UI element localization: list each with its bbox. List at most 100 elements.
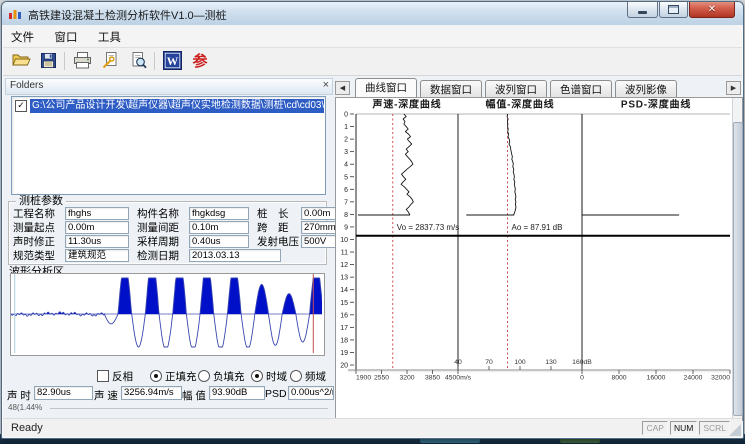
svg-text:100: 100 <box>514 359 526 366</box>
page-wrench-icon <box>101 51 120 73</box>
time-domain-radio[interactable]: 时域 <box>251 370 287 382</box>
parameters-button[interactable]: 参 <box>188 50 212 73</box>
param-value[interactable]: 2013.03.13 <box>189 249 281 262</box>
param-label: 检测日期 <box>137 248 189 263</box>
param-value[interactable]: 0.40us <box>189 235 249 248</box>
print-setup-button[interactable] <box>98 50 122 73</box>
save-floppy-icon <box>39 51 58 73</box>
svg-text:10: 10 <box>340 237 348 244</box>
param-label: 跨 距 <box>257 220 301 235</box>
tab-scroll-left-button[interactable]: ◀ <box>335 81 350 95</box>
folders-pane-header[interactable]: Folders × <box>5 78 333 95</box>
list-item[interactable]: ✓ G:\公司产品设计开发\超声仪器\超声仪实地检测数据\测桩\cd\cd03\… <box>13 98 324 113</box>
svg-text:8000: 8000 <box>611 375 626 382</box>
svg-text:24000: 24000 <box>684 375 703 382</box>
svg-text:13: 13 <box>340 275 348 282</box>
amplitude-label: 幅 值 <box>182 388 206 403</box>
open-file-button[interactable] <box>9 50 33 73</box>
svg-text:12: 12 <box>340 262 348 269</box>
footnote-text: 48(1.44% <box>8 403 42 412</box>
maximize-button[interactable] <box>659 2 688 18</box>
sound-time-label: 声 时 <box>7 388 31 403</box>
item-checkbox-checked[interactable]: ✓ <box>15 100 27 112</box>
fill-positive-radio[interactable]: 正填充 <box>150 370 197 382</box>
radio-icon-selected[interactable] <box>150 370 162 382</box>
caps-lock-indicator: CAP <box>642 421 667 435</box>
checkbox-icon[interactable] <box>97 370 109 382</box>
print-preview-button[interactable] <box>126 50 150 73</box>
svg-text:1900: 1900 <box>356 375 371 382</box>
menu-tools[interactable]: 工具 <box>90 25 129 45</box>
close-button[interactable]: ✕ <box>689 2 735 18</box>
export-word-button[interactable]: W <box>160 50 184 73</box>
param-label: 工程名称 <box>13 206 65 221</box>
param-value[interactable]: 建筑规范 <box>65 249 129 262</box>
svg-text:14: 14 <box>340 287 348 294</box>
tab-spectrum-window[interactable]: 色谱窗口 <box>550 80 612 97</box>
application-window: 高铁建设混凝土检测分析软件V1.0—测桩 ✕ 文件 窗口 工具 <box>1 1 744 439</box>
svg-text:17: 17 <box>340 325 348 332</box>
menu-bar: 文件 窗口 工具 <box>3 25 742 48</box>
resize-grip[interactable] <box>729 424 741 436</box>
invert-checkbox[interactable]: 反相 <box>97 370 133 382</box>
tab-scroll-right-button[interactable]: ▶ <box>726 81 741 95</box>
svg-text:130: 130 <box>545 359 557 366</box>
tab-curve-window[interactable]: 曲线窗口 <box>355 78 417 97</box>
menu-file[interactable]: 文件 <box>3 25 42 45</box>
radio-icon[interactable] <box>290 370 302 382</box>
left-arrow-icon: ◀ <box>340 85 345 92</box>
print-button[interactable] <box>70 50 94 73</box>
svg-text:160dB: 160dB <box>572 359 592 366</box>
svg-text:32000: 32000 <box>711 375 730 382</box>
tab-wavetrain-image[interactable]: 波列影像 <box>615 80 677 97</box>
psd-label: PSD <box>265 388 287 400</box>
toolbar-separator <box>154 52 155 70</box>
save-button[interactable] <box>36 50 60 73</box>
close-icon: ✕ <box>708 4 716 15</box>
param-value[interactable]: 0.00m <box>65 221 129 234</box>
scrollbar-thumb[interactable] <box>733 122 743 416</box>
svg-text:0: 0 <box>580 375 584 382</box>
param-label: 构件名称 <box>137 206 189 221</box>
svg-text:15: 15 <box>340 300 348 307</box>
svg-text:2550: 2550 <box>374 375 389 382</box>
svg-text:PSD-深度曲线: PSD-深度曲线 <box>621 99 691 111</box>
waveform-plot[interactable] <box>10 273 325 356</box>
svg-text:Vo = 2837.73 m/s: Vo = 2837.73 m/s <box>397 223 460 232</box>
param-value[interactable]: fhghs <box>65 207 129 220</box>
svg-text:16: 16 <box>340 312 348 319</box>
selected-file-path[interactable]: G:\公司产品设计开发\超声仪器\超声仪实地检测数据\测桩\cd\cd03\cd… <box>30 99 324 113</box>
depth-curves-chart[interactable]: 01234567891011121314151617181920声速-深度曲线1… <box>336 99 732 417</box>
num-lock-indicator: NUM <box>670 421 697 435</box>
vertical-scrollbar[interactable] <box>732 98 742 418</box>
svg-text:3200: 3200 <box>399 375 414 382</box>
title-bar[interactable]: 高铁建设混凝土检测分析软件V1.0—测桩 ✕ <box>2 2 743 25</box>
folders-list[interactable]: ✓ G:\公司产品设计开发\超声仪器\超声仪实地检测数据\测桩\cd\cd03\… <box>11 96 326 195</box>
svg-text:W: W <box>166 55 178 67</box>
freq-domain-radio[interactable]: 频域 <box>290 370 326 382</box>
radio-icon-selected[interactable] <box>251 370 263 382</box>
tab-wavetrain-window[interactable]: 波列窗口 <box>485 80 547 97</box>
amplitude-value[interactable]: 93.90dB <box>209 386 265 400</box>
param-value[interactable]: fhgkdsg <box>189 207 249 220</box>
param-value[interactable]: 11.30us <box>65 235 129 248</box>
minimize-button[interactable] <box>627 2 658 18</box>
svg-text:11: 11 <box>341 250 348 257</box>
param-value[interactable]: 0.10m <box>189 221 249 234</box>
svg-text:40: 40 <box>454 359 462 366</box>
svg-text:3850: 3850 <box>425 375 440 382</box>
svg-text:Ao = 87.91 dB: Ao = 87.91 dB <box>512 223 563 232</box>
param-label: 桩 长 <box>257 206 301 221</box>
param-label: 发射电压 <box>257 234 301 249</box>
tab-data-window[interactable]: 数据窗口 <box>420 80 482 97</box>
psd-value[interactable]: 0.00us^2/m <box>288 386 334 400</box>
folders-close-icon[interactable]: × <box>323 79 329 92</box>
svg-text:声速-深度曲线: 声速-深度曲线 <box>372 99 442 111</box>
param-label: 测量起点 <box>13 220 65 235</box>
sound-velocity-value[interactable]: 3256.94m/s <box>121 386 182 400</box>
fill-negative-radio[interactable]: 负填充 <box>198 370 245 382</box>
menu-window[interactable]: 窗口 <box>46 25 85 45</box>
radio-icon[interactable] <box>198 370 210 382</box>
svg-text:2: 2 <box>344 137 348 144</box>
sound-time-value[interactable]: 82.90us <box>34 386 93 400</box>
